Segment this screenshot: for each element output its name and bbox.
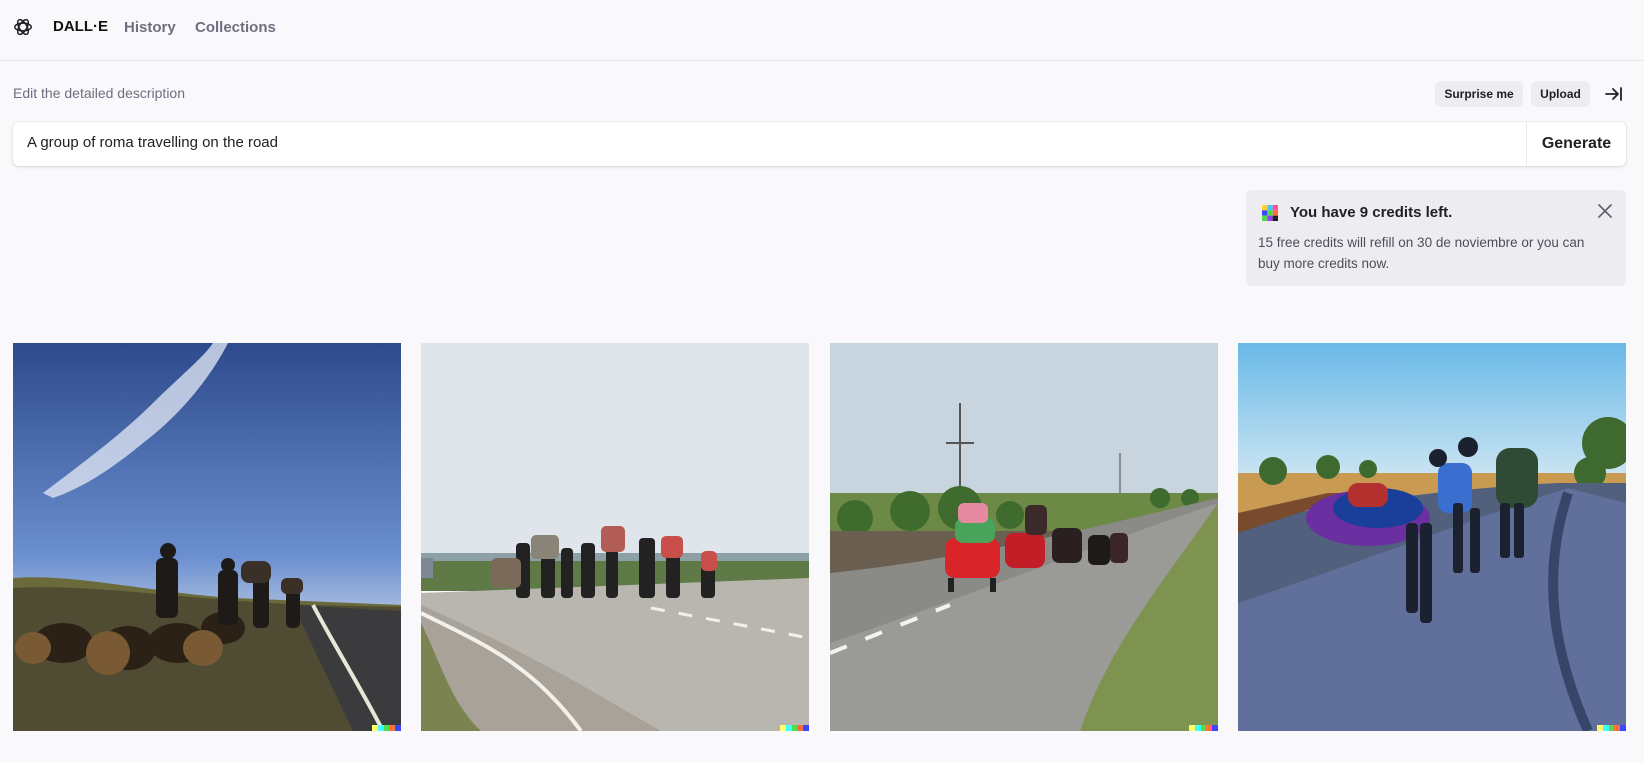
collapse-panel-icon[interactable]	[1604, 85, 1624, 103]
dalle-signature	[1597, 725, 1626, 731]
nav-history[interactable]: History	[124, 19, 176, 36]
credits-notice: You have 9 credits left. 15 free credits…	[1246, 190, 1626, 286]
generated-image-1[interactable]	[13, 343, 401, 731]
dalle-signature	[780, 725, 809, 731]
credits-body: 15 free credits will refill on 30 de nov…	[1258, 235, 1585, 271]
generated-image-3[interactable]	[830, 343, 1218, 731]
brand-link[interactable]: DALL·E	[53, 18, 108, 35]
openai-logo-icon[interactable]	[12, 16, 34, 38]
prompt-bar: Generate	[13, 122, 1626, 166]
credits-title: You have 9 credits left.	[1290, 204, 1453, 221]
dalle-signature	[372, 725, 401, 731]
upload-button[interactable]: Upload	[1531, 81, 1590, 107]
dalle-signature-icon	[1262, 205, 1278, 221]
dalle-signature	[1189, 725, 1218, 731]
generated-image-4[interactable]	[1238, 343, 1626, 731]
top-bar: DALL·E History Collections	[0, 0, 1644, 61]
image-gallery	[13, 343, 1626, 731]
generate-button[interactable]: Generate	[1526, 122, 1626, 166]
surprise-me-button[interactable]: Surprise me	[1435, 81, 1523, 107]
generated-image-2[interactable]	[421, 343, 809, 731]
nav-collections[interactable]: Collections	[195, 19, 276, 36]
prompt-input[interactable]	[27, 134, 1507, 151]
close-icon[interactable]	[1598, 204, 1612, 218]
edit-description-label: Edit the detailed description	[13, 85, 185, 101]
